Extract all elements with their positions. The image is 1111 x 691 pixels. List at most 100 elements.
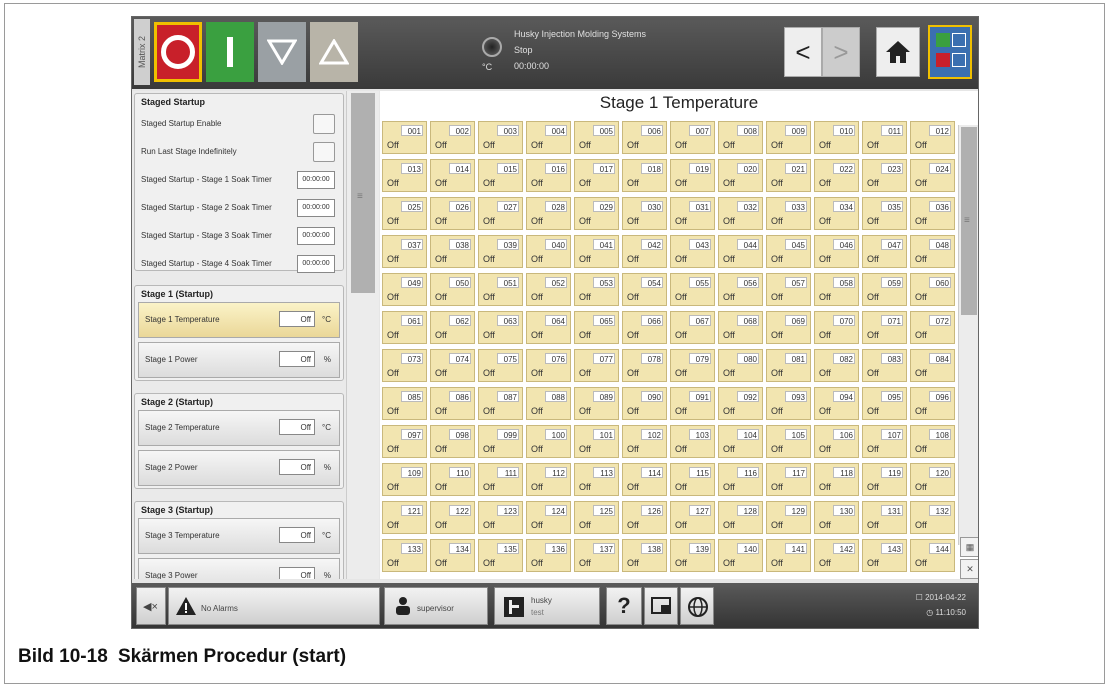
io-button[interactable] [928,25,972,79]
zone-cell[interactable]: 100 Off [526,425,571,458]
zone-cell[interactable]: 079 Off [670,349,715,382]
zone-cell[interactable]: 028 Off [526,197,571,230]
zone-cell[interactable]: 014 Off [430,159,475,192]
zone-cell[interactable]: 064 Off [526,311,571,344]
zone-cell[interactable]: 059 Off [862,273,907,306]
stage-3-temperature-row[interactable]: Stage 3 Temperature Off °C [138,518,340,554]
zone-cell[interactable]: 002 Off [430,121,475,154]
stage-1-power-input[interactable]: Off [279,351,315,367]
zone-cell[interactable]: 124 Off [526,501,571,534]
stop-button[interactable] [154,22,202,82]
zone-cell[interactable]: 040 Off [526,235,571,268]
zone-cell[interactable]: 034 Off [814,197,859,230]
soak-timer-input[interactable]: 00:00:00 [297,171,335,189]
zone-cell[interactable]: 092 Off [718,387,763,420]
zone-cell[interactable]: 101 Off [574,425,619,458]
zone-cell[interactable]: 103 Off [670,425,715,458]
zone-cell[interactable]: 111 Off [478,463,523,496]
clear-selection-icon[interactable]: ✕ [960,559,978,579]
stage-3-power-row[interactable]: Stage 3 Power Off % [138,558,340,579]
left-scrollbar[interactable]: ≡ [346,91,379,579]
mute-button[interactable]: ◀× [136,587,166,625]
zone-cell[interactable]: 057 Off [766,273,811,306]
zone-cell[interactable]: 044 Off [718,235,763,268]
zone-cell[interactable]: 049 Off [382,273,427,306]
zone-cell[interactable]: 074 Off [430,349,475,382]
zone-cell[interactable]: 015 Off [478,159,523,192]
zone-cell[interactable]: 106 Off [814,425,859,458]
zone-cell[interactable]: 109 Off [382,463,427,496]
zone-cell[interactable]: 031 Off [670,197,715,230]
zone-cell[interactable]: 121 Off [382,501,427,534]
zone-cell[interactable]: 085 Off [382,387,427,420]
start-button[interactable] [206,22,254,82]
matrix-tab[interactable]: Matrix 2 [134,19,150,85]
decrease-button[interactable] [258,22,306,82]
zone-cell[interactable]: 104 Off [718,425,763,458]
zone-cell[interactable]: 135 Off [478,539,523,572]
zone-cell[interactable]: 043 Off [670,235,715,268]
zone-cell[interactable]: 035 Off [862,197,907,230]
zone-cell[interactable]: 016 Off [526,159,571,192]
zone-cell[interactable]: 078 Off [622,349,667,382]
zone-cell[interactable]: 010 Off [814,121,859,154]
stage-1-temperature-row[interactable]: Stage 1 Temperature Off °C [138,302,340,338]
zone-cell[interactable]: 087 Off [478,387,523,420]
zone-cell[interactable]: 129 Off [766,501,811,534]
zone-cell[interactable]: 126 Off [622,501,667,534]
zone-cell[interactable]: 009 Off [766,121,811,154]
zone-cell[interactable]: 099 Off [478,425,523,458]
soak-timer-input[interactable]: 00:00:00 [297,227,335,245]
zone-cell[interactable]: 008 Off [718,121,763,154]
zone-cell[interactable]: 138 Off [622,539,667,572]
zone-cell[interactable]: 003 Off [478,121,523,154]
zone-cell[interactable]: 094 Off [814,387,859,420]
select-all-icon[interactable]: ▦ [960,537,978,557]
zone-cell[interactable]: 076 Off [526,349,571,382]
zone-cell[interactable]: 055 Off [670,273,715,306]
zone-cell[interactable]: 102 Off [622,425,667,458]
machine-button[interactable]: husky test [494,587,600,625]
back-button[interactable]: < [784,27,822,77]
zone-cell[interactable]: 022 Off [814,159,859,192]
zone-cell[interactable]: 132 Off [910,501,955,534]
zone-cell[interactable]: 063 Off [478,311,523,344]
zone-cell[interactable]: 082 Off [814,349,859,382]
zone-cell[interactable]: 054 Off [622,273,667,306]
zone-cell[interactable]: 112 Off [526,463,571,496]
zone-cell[interactable]: 131 Off [862,501,907,534]
zone-cell[interactable]: 029 Off [574,197,619,230]
language-button[interactable] [680,587,714,625]
zone-cell[interactable]: 081 Off [766,349,811,382]
soak-timer-input[interactable]: 00:00:00 [297,255,335,273]
zone-cell[interactable]: 105 Off [766,425,811,458]
zone-cell[interactable]: 139 Off [670,539,715,572]
zone-cell[interactable]: 122 Off [430,501,475,534]
zone-cell[interactable]: 143 Off [862,539,907,572]
zone-cell[interactable]: 090 Off [622,387,667,420]
staged-startup-enable-checkbox[interactable] [313,114,335,134]
zone-cell[interactable]: 017 Off [574,159,619,192]
zone-cell[interactable]: 065 Off [574,311,619,344]
zone-cell[interactable]: 095 Off [862,387,907,420]
zone-cell[interactable]: 115 Off [670,463,715,496]
zone-cell[interactable]: 039 Off [478,235,523,268]
zone-cell[interactable]: 110 Off [430,463,475,496]
zone-cell[interactable]: 050 Off [430,273,475,306]
zone-cell[interactable]: 053 Off [574,273,619,306]
zone-cell[interactable]: 080 Off [718,349,763,382]
stage-2-power-row[interactable]: Stage 2 Power Off % [138,450,340,486]
zone-cell[interactable]: 098 Off [430,425,475,458]
zone-cell[interactable]: 073 Off [382,349,427,382]
help-button[interactable]: ? [606,587,642,625]
zone-cell[interactable]: 038 Off [430,235,475,268]
zone-cell[interactable]: 137 Off [574,539,619,572]
zone-cell[interactable]: 020 Off [718,159,763,192]
zone-cell[interactable]: 117 Off [766,463,811,496]
stage-2-temperature-input[interactable]: Off [279,419,315,435]
zone-cell[interactable]: 067 Off [670,311,715,344]
zone-cell[interactable]: 006 Off [622,121,667,154]
zone-cell[interactable]: 027 Off [478,197,523,230]
zone-cell[interactable]: 062 Off [430,311,475,344]
right-scrollbar[interactable]: ≡ [958,125,978,545]
